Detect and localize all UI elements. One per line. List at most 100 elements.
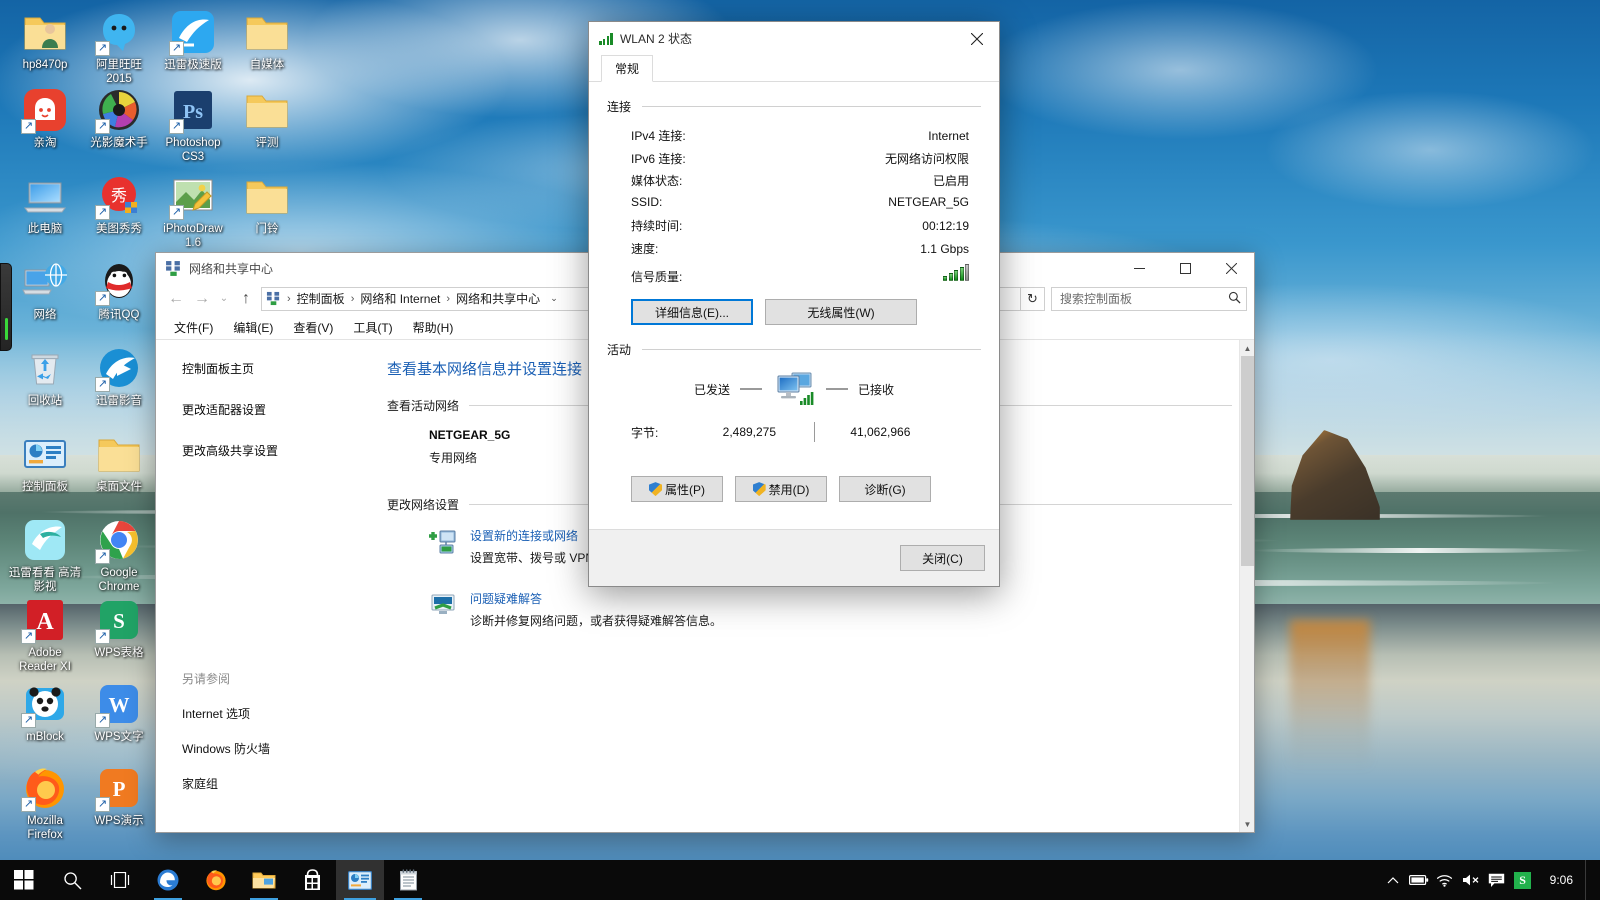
wifi-icon[interactable] (1432, 860, 1458, 900)
bytes-row: 字节: 2,489,275 41,062,966 (607, 422, 981, 443)
forward-button[interactable]: → (189, 287, 215, 311)
left-pane-link-2[interactable]: 更改高级共享设置 (182, 442, 361, 459)
desktop-icon-label: iPhotoDraw 1.6 (163, 223, 223, 249)
vertical-scrollbar[interactable]: ▲ ▼ (1239, 340, 1254, 832)
scroll-down-button[interactable]: ▼ (1240, 816, 1254, 832)
details-button[interactable]: 详细信息(E)... (631, 299, 753, 326)
dialog-close-action-button[interactable]: 关闭(C) (900, 545, 985, 571)
see-also-link-0[interactable]: Internet 选项 (182, 705, 361, 722)
search-box[interactable] (1051, 286, 1247, 311)
desktop-icon-11[interactable]: 门铃 (230, 172, 304, 237)
desktop-icon-18[interactable]: 迅雷看看 高清影视 (8, 516, 82, 594)
shortcut-arrow-icon (169, 41, 184, 56)
desktop-icon-15[interactable]: 迅雷影音 (82, 344, 156, 409)
desktop-icon-2[interactable]: 迅雷极速版 (156, 8, 230, 73)
breadcrumb-separator-2[interactable]: › (445, 293, 451, 305)
desktop-icon-12[interactable]: 网络 (8, 258, 82, 323)
desktop-icon-label: 迅雷极速版 (164, 59, 222, 71)
chevron-up-icon[interactable] (1380, 860, 1406, 900)
start-button[interactable] (0, 860, 48, 900)
recent-locations-button[interactable]: ⌄ (215, 287, 233, 311)
edge-button[interactable] (144, 860, 192, 900)
menu-item-4[interactable]: 帮助(H) (403, 316, 464, 339)
dialog-title-text: WLAN 2 状态 (619, 32, 692, 46)
dialog-title-bar: WLAN 2 状态 (589, 22, 999, 55)
properties-button[interactable]: 属性(P) (631, 476, 723, 503)
breadcrumb-item-2[interactable]: 网络和共享中心 (452, 290, 544, 307)
desktop-icon-9[interactable]: 秀美图秀秀 (82, 172, 156, 237)
desktop-icon-22[interactable]: mBlock (8, 680, 82, 745)
qintao-icon (21, 86, 69, 134)
back-button[interactable]: ← (163, 287, 189, 311)
menu-item-3[interactable]: 工具(T) (343, 316, 402, 339)
firefox-button[interactable] (192, 860, 240, 900)
close-button[interactable] (1208, 253, 1254, 284)
desktop-icon-label: 迅雷看看 高清影视 (8, 567, 82, 593)
sogou-ime-icon[interactable]: S (1510, 860, 1536, 900)
maximize-button[interactable] (1162, 253, 1208, 284)
desktop-icon-19[interactable]: Google Chrome (82, 516, 156, 594)
clock[interactable]: 9:06 (1536, 860, 1585, 900)
minimize-button[interactable] (1116, 253, 1162, 284)
desktop-icon-1[interactable]: 阿里旺旺 2015 (82, 8, 156, 86)
control-panel-button[interactable] (336, 860, 384, 900)
breadcrumb-dropdown-icon[interactable]: ⌄ (545, 293, 563, 304)
tab-general[interactable]: 常规 (601, 55, 654, 82)
see-also-link-1[interactable]: Windows 防火墙 (182, 740, 361, 757)
shortcut-arrow-icon (95, 41, 110, 56)
connection-group-header: 连接 (607, 98, 981, 115)
breadcrumb-item-0[interactable]: 控制面板 (293, 290, 349, 307)
desktop-icon-6[interactable]: Ps Photoshop CS3 (156, 86, 230, 164)
menu-item-1[interactable]: 编辑(E) (223, 316, 283, 339)
desktop-icon-label: WPS表格 (94, 647, 144, 659)
desktop-icon-21[interactable]: S WPS表格 (82, 596, 156, 661)
menu-item-0[interactable]: 文件(F) (164, 316, 223, 339)
left-pane-link-1[interactable]: 更改适配器设置 (182, 401, 361, 418)
desktop-icon-20[interactable]: A Adobe Reader XI (8, 596, 82, 674)
desktop-icon-5[interactable]: 光影魔术手 (82, 86, 156, 151)
see-also-link-2[interactable]: 家庭组 (182, 775, 361, 792)
task-troubleshoot[interactable]: 问题疑难解答 诊断并修复网络问题，或者获得疑难解答信息。 (387, 590, 1232, 629)
store-button[interactable] (288, 860, 336, 900)
battery-icon[interactable] (1406, 860, 1432, 900)
desktop-icon-10[interactable]: iPhotoDraw 1.6 (156, 172, 230, 250)
desktop-icon-16[interactable]: 控制面板 (8, 430, 82, 495)
diagnose-button[interactable]: 诊断(G) (839, 476, 931, 503)
wlan-status-dialog: WLAN 2 状态 常规 连接 IPv4 连接: Internet IPv6 连接:… (588, 21, 1000, 587)
desktop-icon-7[interactable]: 评测 (230, 86, 304, 151)
desktop-icon-0[interactable]: hp8470p (8, 8, 82, 73)
wireless-properties-button[interactable]: 无线属性(W) (765, 299, 917, 326)
dialog-close-button[interactable] (954, 22, 999, 55)
refresh-button[interactable]: ↻ (1021, 286, 1045, 311)
search-button[interactable] (48, 860, 96, 900)
speaker-muted-icon[interactable] (1458, 860, 1484, 900)
action-center-icon[interactable] (1484, 860, 1510, 900)
breadcrumb-separator-1[interactable]: › (350, 293, 356, 305)
menu-item-2[interactable]: 查看(V) (283, 316, 343, 339)
file-explorer-button[interactable] (240, 860, 288, 900)
up-button[interactable]: ↑ (233, 287, 259, 311)
show-desktop-button[interactable] (1585, 860, 1592, 900)
scroll-up-button[interactable]: ▲ (1240, 340, 1254, 356)
desktop-icon-17[interactable]: 桌面文件 (82, 430, 156, 495)
disable-button[interactable]: 禁用(D) (735, 476, 827, 503)
troubleshoot-link[interactable]: 问题疑难解答 (470, 590, 722, 607)
ime-letter: S (1514, 871, 1532, 889)
desktop-icon-23[interactable]: W WPS文字 (82, 680, 156, 745)
desktop-icon-14[interactable]: 回收站 (8, 344, 82, 409)
task-view-button[interactable] (96, 860, 144, 900)
notepad-button[interactable] (384, 860, 432, 900)
search-input[interactable] (1060, 291, 1226, 306)
scrollbar-thumb[interactable] (1241, 356, 1254, 566)
desktop-icon-3[interactable]: 自媒体 (230, 8, 304, 73)
left-pane-link-0[interactable]: 控制面板主页 (182, 360, 361, 377)
desktop-icon-8[interactable]: 此电脑 (8, 172, 82, 237)
desktop-icon-25[interactable]: P WPS演示 (82, 764, 156, 829)
desktop-icon-13[interactable]: 腾讯QQ (82, 258, 156, 323)
desktop-icon-4[interactable]: 亲淘 (8, 86, 82, 151)
connection-row-key: SSID: (631, 194, 663, 209)
breadcrumb-separator-0[interactable]: › (286, 293, 292, 305)
breadcrumb-item-1[interactable]: 网络和 Internet (356, 290, 444, 307)
desktop-icon-24[interactable]: Mozilla Firefox (8, 764, 82, 842)
signal-strength-icon (943, 263, 969, 281)
